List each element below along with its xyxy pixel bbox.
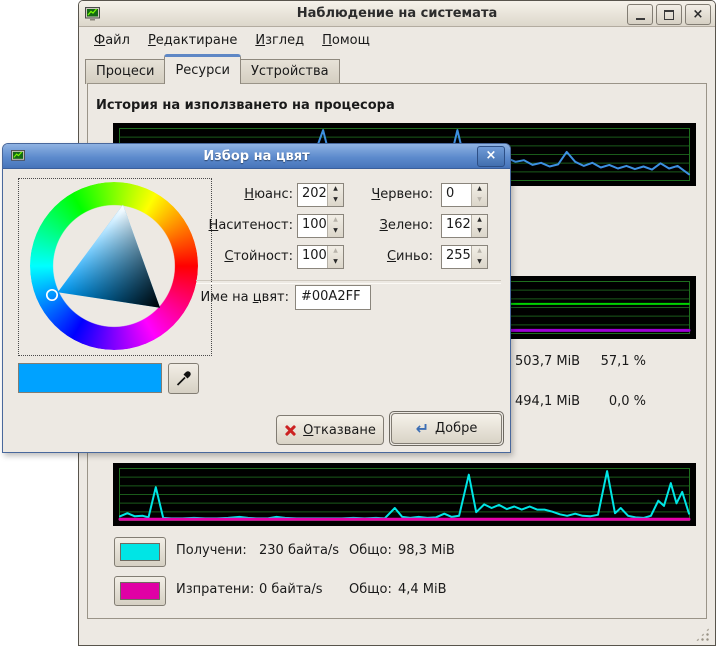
fields-separator <box>196 280 501 284</box>
hue-spinner[interactable]: 202 ▲▼ <box>297 183 344 207</box>
close-icon: × <box>693 8 704 21</box>
value-up-arrow[interactable]: ▲ <box>328 246 343 257</box>
red-up-arrow[interactable]: ▲ <box>472 184 487 195</box>
green-label: Зелено: <box>355 214 433 238</box>
red-spinner[interactable]: 0 ▲▼ <box>441 183 488 207</box>
tab-bar: Процеси Ресурси Устройства <box>85 53 339 84</box>
sent-label: Изпратени: <box>176 576 264 604</box>
sent-total: 4,4 MiB <box>398 576 488 604</box>
ok-button[interactable]: ↵ Добре <box>391 413 502 444</box>
dialog-icon <box>11 150 25 163</box>
maximize-icon <box>664 10 674 20</box>
minimize-icon <box>636 18 645 20</box>
cancel-button-label: Отказване <box>303 423 376 438</box>
menu-file[interactable]: Файл <box>85 30 139 51</box>
menu-edit[interactable]: Редактиране <box>139 30 246 51</box>
color-picker-dialog: Избор на цвят × <box>2 143 511 453</box>
blue-up-arrow[interactable]: ▲ <box>472 246 487 257</box>
received-color-swatch <box>120 543 160 561</box>
received-label: Получени: <box>176 537 264 565</box>
main-titlebar[interactable]: Наблюдение на системата × <box>79 1 715 27</box>
menu-view[interactable]: Изглед <box>246 30 313 51</box>
received-total-label: Общо: <box>349 537 399 565</box>
main-window-title: Наблюдение на системата <box>79 6 715 21</box>
color-name-label: Име на цвят: <box>179 285 289 310</box>
color-name-input[interactable]: #00A2FF <box>295 285 371 310</box>
tab-devices[interactable]: Устройства <box>240 59 340 84</box>
saturation-label: Наситеност: <box>193 214 293 238</box>
green-value: 162 <box>442 215 471 237</box>
sent-total-label: Общо: <box>349 576 399 604</box>
red-label: Червено: <box>355 183 433 207</box>
swap-percent: 0,0 % <box>584 394 646 410</box>
green-spinner[interactable]: 162 ▲▼ <box>441 214 488 238</box>
red-down-arrow[interactable]: ▼ <box>472 195 487 206</box>
received-total: 98,3 MiB <box>398 537 488 565</box>
minimize-button[interactable] <box>627 4 653 25</box>
hue-label: Нюанс: <box>193 183 293 207</box>
green-down-arrow[interactable]: ▼ <box>472 226 487 237</box>
color-selector-dot[interactable] <box>47 290 57 300</box>
sent-color-swatch <box>120 582 160 600</box>
saturation-down-arrow[interactable]: ▼ <box>328 226 343 237</box>
maximize-button[interactable] <box>656 4 682 25</box>
color-preview <box>18 363 162 393</box>
hue-value: 202 <box>298 184 327 206</box>
network-history-chart <box>113 463 696 526</box>
eyedropper-button[interactable] <box>168 363 199 394</box>
tab-resources[interactable]: Ресурси <box>164 54 241 84</box>
green-up-arrow[interactable]: ▲ <box>472 215 487 226</box>
dialog-title: Избор на цвят <box>3 149 510 164</box>
color-wheel-widget[interactable] <box>18 178 212 356</box>
sent-color-button[interactable] <box>114 576 166 606</box>
hue-up-arrow[interactable]: ▲ <box>328 184 343 195</box>
dialog-close-button[interactable]: × <box>477 146 505 167</box>
hue-down-arrow[interactable]: ▼ <box>328 195 343 206</box>
sent-rate: 0 байта/s <box>259 576 359 604</box>
cpu-history-heading: История на използването на процесора <box>96 98 395 113</box>
eyedropper-icon <box>175 370 192 387</box>
value-down-arrow[interactable]: ▼ <box>328 257 343 268</box>
tab-processes[interactable]: Процеси <box>85 59 165 84</box>
saturation-up-arrow[interactable]: ▲ <box>328 215 343 226</box>
received-color-button[interactable] <box>114 537 166 567</box>
cancel-x-icon <box>284 424 297 437</box>
saturation-value-triangle[interactable] <box>30 182 198 350</box>
resize-grip[interactable] <box>695 627 710 642</box>
blue-value: 255 <box>442 246 471 268</box>
value-label: Стойност: <box>193 245 293 269</box>
menubar: Файл Редактиране Изглед Помощ <box>81 27 713 53</box>
red-value: 0 <box>442 184 471 206</box>
cancel-button[interactable]: Отказване <box>276 415 384 445</box>
value-value: 100 <box>298 246 327 268</box>
dialog-titlebar[interactable]: Избор на цвят × <box>3 144 510 169</box>
ok-button-label: Добре <box>435 421 477 436</box>
blue-down-arrow[interactable]: ▼ <box>472 257 487 268</box>
memory-percent: 57,1 % <box>584 354 646 370</box>
system-monitor-icon <box>85 7 100 21</box>
received-rate: 230 байта/s <box>259 537 359 565</box>
saturation-value: 100 <box>298 215 327 237</box>
value-spinner[interactable]: 100 ▲▼ <box>297 245 344 269</box>
blue-label: Синьо: <box>355 245 433 269</box>
ok-button-focus-ring: ↵ Добре <box>389 411 504 446</box>
ok-enter-icon: ↵ <box>416 422 429 436</box>
close-button[interactable]: × <box>685 4 711 25</box>
blue-spinner[interactable]: 255 ▲▼ <box>441 245 488 269</box>
saturation-spinner[interactable]: 100 ▲▼ <box>297 214 344 238</box>
menu-help[interactable]: Помощ <box>313 30 379 51</box>
